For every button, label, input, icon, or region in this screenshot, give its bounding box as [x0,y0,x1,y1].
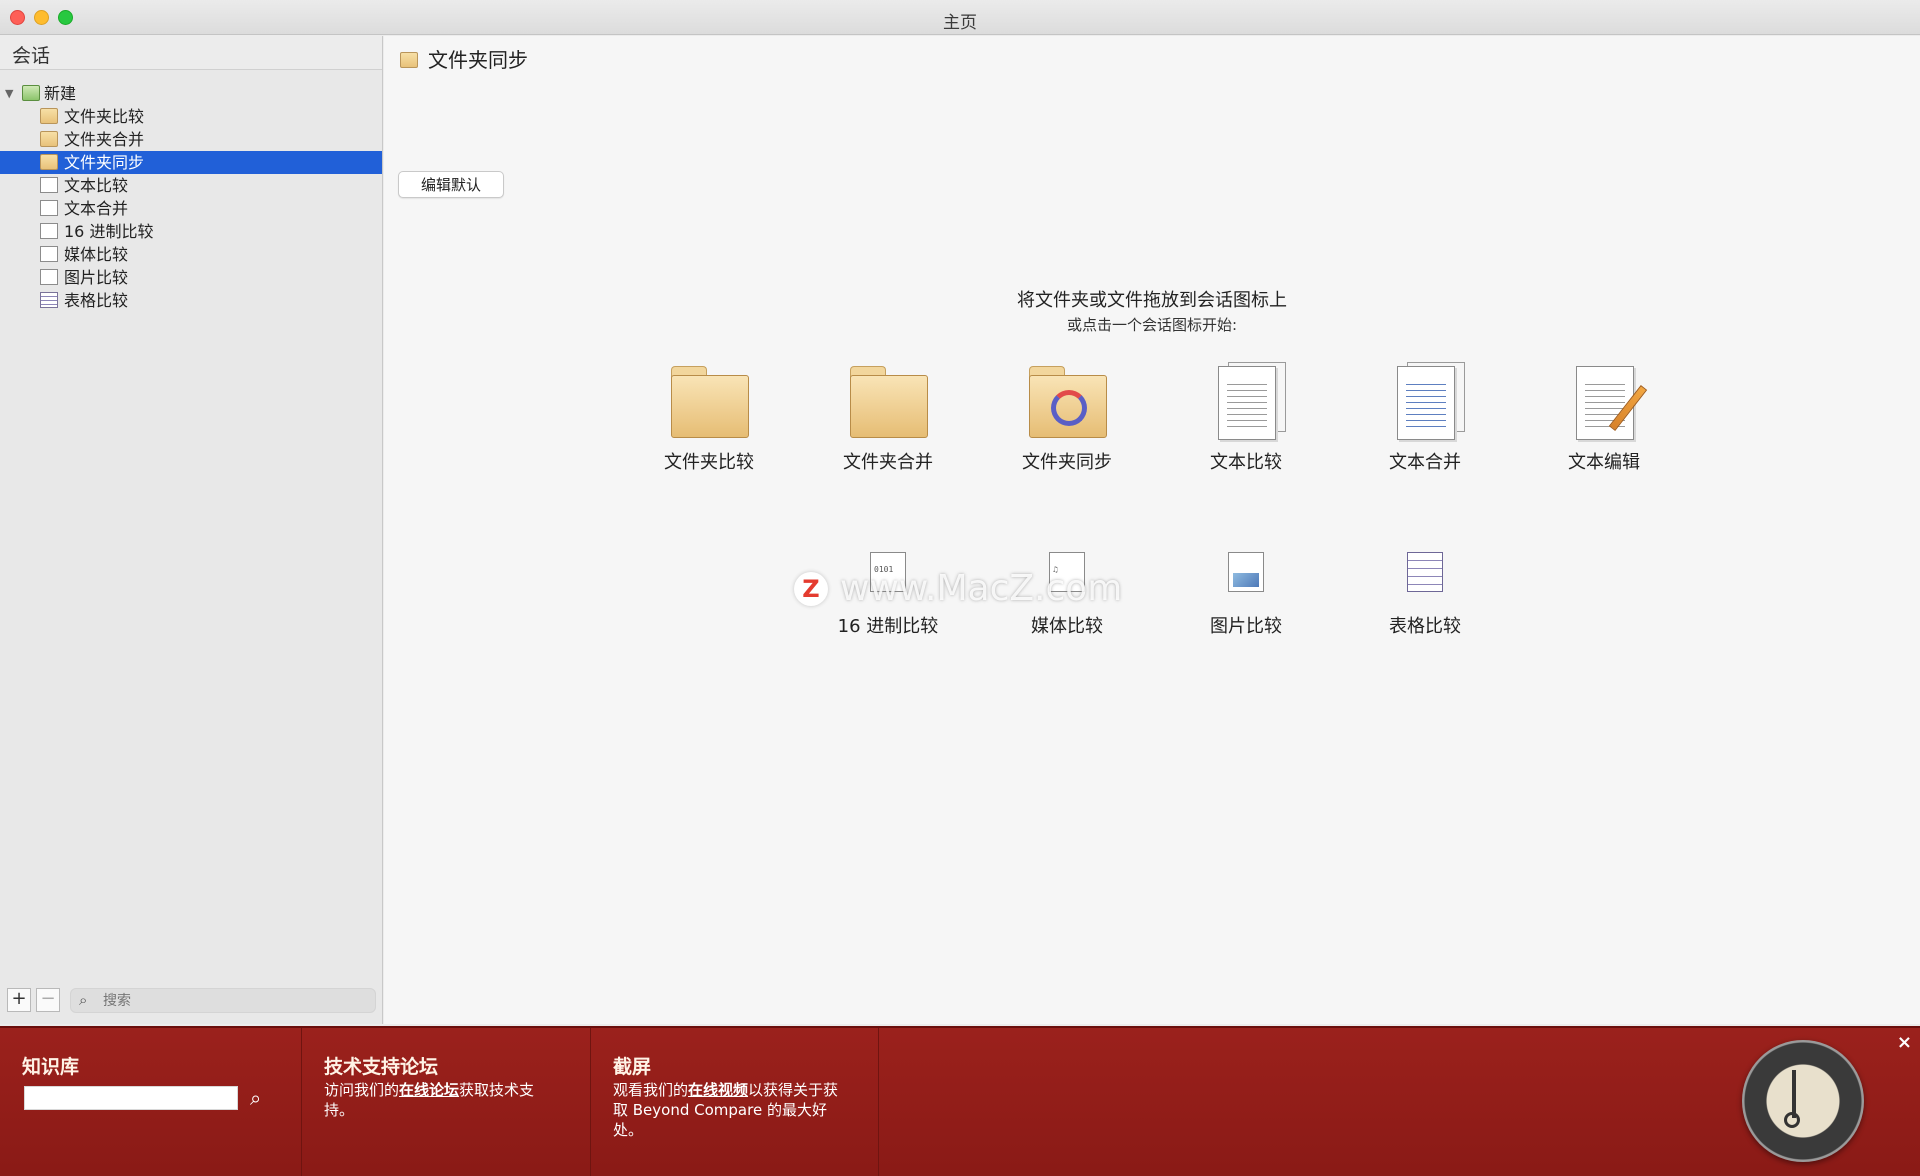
search-icon[interactable]: ⌕ [250,1086,261,1110]
title-bar: 主页 [0,0,1920,35]
forum-section: 技术支持论坛 访问我们的在线论坛获取技术支持。 [302,1028,591,1176]
drop-hint: 将文件夹或文件拖放到会话图标上 [1017,290,1287,311]
picture-compare-icon [1228,552,1264,592]
tile-label: 文本合并 [1389,452,1461,473]
session-search-box[interactable]: ⌕ [70,988,376,1013]
tree-item-new[interactable]: ▼ 新建 [0,82,382,105]
session-title-text: 文件夹同步 [428,48,528,72]
media-compare-icon [40,246,58,262]
screenshots-title: 截屏 [613,1056,652,1078]
tree-item-text-merge[interactable]: 文本合并 [0,197,382,220]
table-compare-icon [1407,552,1443,592]
disclosure-triangle-icon[interactable]: ▼ [5,82,13,105]
new-session-icon [22,85,40,101]
scooter-icon [1792,1070,1796,1118]
tile-label: 媒体比较 [1031,616,1103,637]
tree-item-table-compare[interactable]: 表格比较 [0,289,382,312]
tree-item-label: 媒体比较 [64,245,129,264]
tile-label: 文件夹同步 [1022,452,1112,473]
online-forum-link[interactable]: 在线论坛 [399,1081,459,1099]
add-session-button[interactable]: + [7,988,31,1012]
watermark-logo-icon: Z [794,572,828,606]
session-search-input[interactable] [103,991,363,1011]
window-title: 主页 [943,13,977,33]
tile-label: 16 进制比较 [837,616,939,637]
forum-text: 访问我们的在线论坛获取技术支持。 [324,1081,535,1119]
folder-merge-icon [40,131,58,147]
tile-picture-compare[interactable]: 图片比较 [1176,552,1316,642]
search-icon: ⌕ [79,991,88,1009]
close-banner-button[interactable]: × [1897,1032,1912,1053]
online-video-link[interactable]: 在线视频 [688,1081,748,1099]
text-merge-icon [40,200,58,216]
sessions-sidebar: 会话 ▼ 新建 文件夹比较 文件夹合并 文件夹同步 文本比较 文本合并 16 进… [0,36,383,1024]
sidebar-header: 会话 [0,36,382,70]
tile-text-edit[interactable]: 文本编辑 [1534,366,1674,476]
folder-compare-icon [40,108,58,124]
tree-item-folder-merge[interactable]: 文件夹合并 [0,128,382,151]
sidebar-toolbar: + − ⌕ [0,982,382,1022]
tile-label: 图片比较 [1210,616,1282,637]
tree-item-text-compare[interactable]: 文本比较 [0,174,382,197]
tile-label: 文件夹合并 [843,452,933,473]
home-panel: 文件夹同步 编辑默认 将文件夹或文件拖放到会话图标上 或点击一个会话图标开始: … [384,36,1920,1024]
tree-item-label: 文件夹合并 [64,130,145,149]
screenshots-text: 观看我们的在线视频以获得关于获取 Beyond Compare 的最大好处。 [613,1081,839,1139]
remove-session-button[interactable]: − [36,988,60,1012]
tile-label: 文件夹比较 [664,452,754,473]
folder-compare-icon [671,366,749,438]
folder-merge-icon [850,366,928,438]
text-compare-icon [1218,366,1276,440]
folder-sync-icon [1029,366,1107,438]
text-merge-icon [1397,366,1455,440]
tree-item-label: 图片比较 [64,268,129,287]
edit-defaults-button[interactable]: 编辑默认 [398,171,504,198]
hex-compare-icon [40,223,58,239]
quality-seal-logo [1742,1040,1864,1162]
text-compare-icon [40,177,58,193]
session-title: 文件夹同步 [400,44,528,73]
wheel-icon [1784,1112,1800,1128]
tree-item-label: 文本合并 [64,199,129,218]
tile-label: 文本比较 [1210,452,1282,473]
tree-item-label: 文本比较 [64,176,129,195]
sync-arrows-icon [1051,390,1087,426]
picture-compare-icon [40,269,58,285]
screenshots-section: 截屏 观看我们的在线视频以获得关于获取 Beyond Compare 的最大好处… [591,1028,879,1176]
tile-folder-merge[interactable]: 文件夹合并 [818,366,958,476]
forum-title: 技术支持论坛 [324,1056,439,1078]
tree-item-label: 文件夹比较 [64,107,145,126]
tile-table-compare[interactable]: 表格比较 [1355,552,1495,642]
tree-item-hex-compare[interactable]: 16 进制比较 [0,220,382,243]
tile-text-merge[interactable]: 文本合并 [1355,362,1495,476]
tree-item-label: 新建 [44,84,77,103]
tree-item-folder-compare[interactable]: 文件夹比较 [0,105,382,128]
tree-item-label: 表格比较 [64,291,129,310]
tile-text-compare[interactable]: 文本比较 [1176,362,1316,476]
tile-label: 表格比较 [1389,616,1461,637]
tile-folder-sync[interactable]: 文件夹同步 [997,366,1137,476]
tree-item-label: 文件夹同步 [64,153,145,172]
click-hint: 或点击一个会话图标开始: [1066,316,1238,334]
knowledge-base-title: 知识库 [22,1056,80,1078]
tree-item-picture-compare[interactable]: 图片比较 [0,266,382,289]
knowledge-base-section: 知识库 ⌕ [0,1028,302,1176]
tile-label: 文本编辑 [1568,452,1640,473]
folder-sync-icon [400,52,418,68]
tree-item-label: 16 进制比较 [64,222,154,241]
tree-item-media-compare[interactable]: 媒体比较 [0,243,382,266]
tree-item-folder-sync[interactable]: 文件夹同步 [0,151,382,174]
info-banner: 知识库 ⌕ 技术支持论坛 访问我们的在线论坛获取技术支持。 截屏 观看我们的在线… [0,1026,1920,1176]
knowledge-base-search-input[interactable] [24,1086,238,1110]
folder-sync-icon [40,154,58,170]
table-compare-icon [40,292,58,308]
tile-folder-compare[interactable]: 文件夹比较 [639,366,779,476]
watermark: www.MacZ.com [840,568,1123,609]
